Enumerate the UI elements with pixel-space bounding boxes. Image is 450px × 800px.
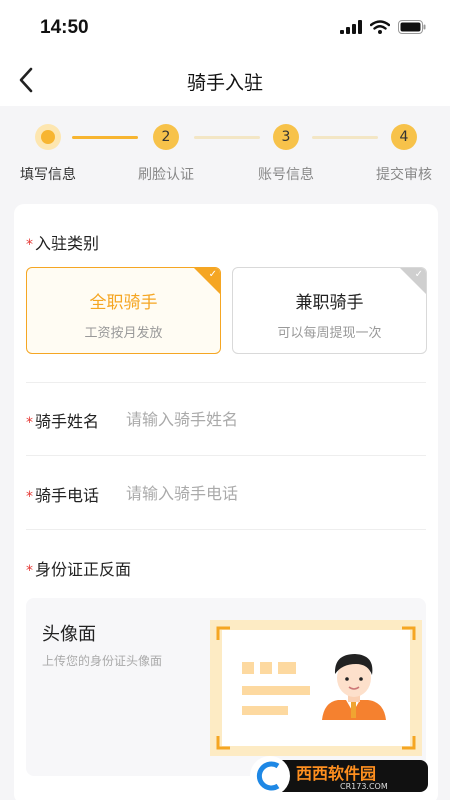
option-desc: 可以每周提现一次 — [277, 326, 382, 341]
id-card-title: * 身份证正反面 — [26, 560, 132, 579]
name-input[interactable] — [126, 405, 416, 433]
wifi-icon — [370, 20, 390, 34]
step-4-label: 提交审核 — [376, 167, 432, 183]
step-1-label: 填写信息 — [20, 167, 76, 183]
nav-bar: 骑手入驻 — [0, 56, 450, 106]
id-front-title: 头像面 — [42, 624, 96, 645]
step-3-label: 账号信息 — [258, 167, 314, 183]
fulltime-rider-option[interactable]: ✓ 全职骑手 工资按月发放 — [26, 267, 221, 354]
check-icon: ✓ — [414, 269, 423, 280]
step-2-label: 刷脸认证 — [138, 167, 194, 183]
site-watermark: 西西软件园 CR173.COM — [250, 756, 428, 796]
step-1: 填写信息 — [8, 124, 88, 184]
form-card: * 入驻类别 ✓ 全职骑手 工资按月发放 ✓ 兼职骑手 可以每周提现一次 * 骑手姓… — [14, 204, 438, 800]
step-3-number: 3 — [273, 124, 299, 150]
status-icons — [340, 20, 426, 34]
check-icon: ✓ — [208, 269, 217, 280]
battery-icon — [398, 20, 426, 34]
status-bar: 14:50 — [0, 0, 450, 56]
required-mark: * — [26, 237, 33, 253]
signal-icon — [340, 20, 362, 34]
phone-input[interactable] — [126, 479, 416, 507]
step-2-number: 2 — [153, 124, 179, 150]
id-front-desc: 上传您的身份证头像面 — [42, 654, 163, 668]
name-label: * 骑手姓名 — [26, 412, 100, 431]
step-3: 3 账号信息 — [246, 124, 326, 184]
option-name: 全职骑手 — [89, 293, 158, 313]
id-card-illustration — [210, 620, 422, 756]
step-2: 2 刷脸认证 — [126, 124, 206, 184]
divider — [26, 455, 426, 456]
id-card-front-upload[interactable]: 头像面 上传您的身份证头像面 — [26, 598, 426, 776]
category-title: * 入驻类别 — [26, 234, 100, 253]
step-1-indicator — [35, 124, 61, 150]
option-desc: 工资按月发放 — [84, 326, 163, 341]
phone-label: * 骑手电话 — [26, 486, 100, 505]
status-time: 14:50 — [40, 17, 89, 38]
divider — [26, 382, 426, 383]
watermark-text: 西西软件园 — [296, 764, 376, 783]
option-name: 兼职骑手 — [295, 293, 364, 313]
divider — [26, 529, 426, 530]
step-4: 4 提交审核 — [364, 124, 444, 184]
page-title: 骑手入驻 — [186, 72, 263, 94]
parttime-rider-option[interactable]: ✓ 兼职骑手 可以每周提现一次 — [232, 267, 427, 354]
step-4-number: 4 — [391, 124, 417, 150]
progress-steps: 填写信息 2 刷脸认证 3 账号信息 4 提交审核 — [0, 106, 450, 200]
watermark-url: CR173.COM — [340, 782, 388, 791]
